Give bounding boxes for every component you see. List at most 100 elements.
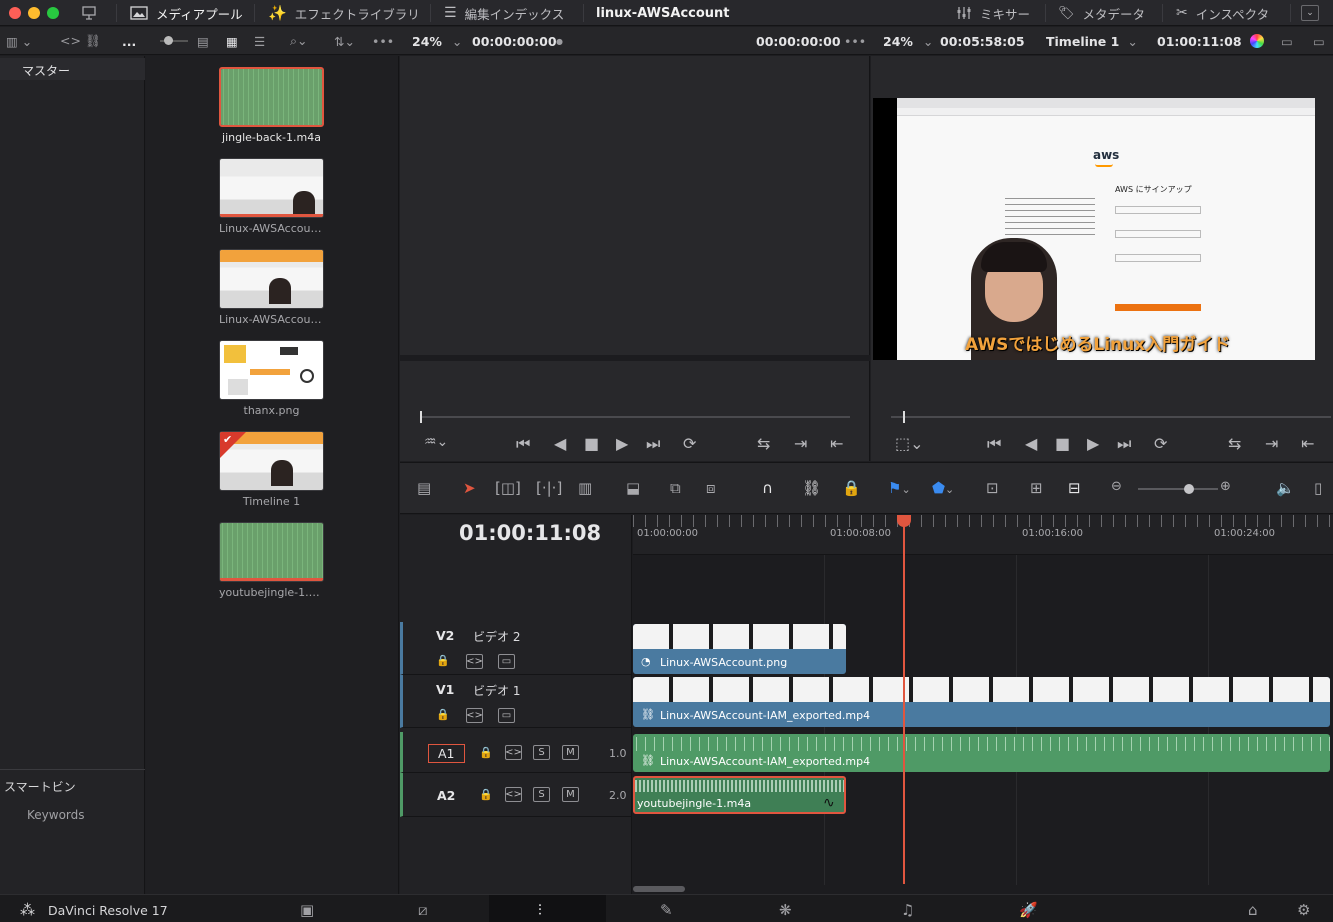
go-to-end-icon[interactable]: ⏭ [1117, 434, 1131, 454]
stop-icon[interactable]: ■ [1055, 434, 1070, 453]
overwrite-clip-icon[interactable]: ⧉ [670, 479, 681, 497]
home-icon[interactable]: ⌂ [1248, 901, 1258, 919]
zoom-in-icon[interactable]: ⊕ [1220, 479, 1231, 494]
track-enable-icon[interactable]: ▭ [498, 708, 515, 723]
mark-out-icon[interactable]: ⇤ [1301, 434, 1314, 453]
settings-gear-icon[interactable]: ⚙ [1297, 901, 1310, 919]
speaker-icon[interactable]: 🔈 [1276, 479, 1295, 497]
panel-toggle-icon[interactable]: ▥ ⌄ [6, 27, 32, 55]
thumbnail-size-slider[interactable] [160, 27, 188, 55]
fusion-page-icon[interactable]: ✎ [660, 901, 673, 919]
go-to-start-icon[interactable]: ⏮ [987, 434, 1001, 454]
step-back-icon[interactable]: ◀ [1025, 434, 1037, 453]
source-more-icon[interactable]: ••• [844, 27, 866, 55]
timeline-ruler[interactable]: 01:00:00:00 01:00:08:00 01:00:16:00 01:0… [633, 515, 1333, 555]
audio-waveform-icon[interactable]: ♒⌄ [424, 434, 448, 450]
cut-page-icon[interactable]: ⧄ [418, 901, 428, 919]
selection-tool-icon[interactable]: ➤ [463, 479, 476, 497]
timeline-viewer-playhead[interactable] [903, 411, 905, 423]
dynamic-trim-icon[interactable]: [·|·] [536, 479, 562, 497]
collapse-panel-button[interactable]: ⌄ [1300, 0, 1320, 26]
timeline-clip-a2[interactable]: youtubejingle-1.m4a ∿ [633, 776, 846, 814]
insert-clip-icon[interactable]: ⬓ [626, 479, 640, 497]
timeline-view-options-icon[interactable]: ▤ [417, 479, 431, 497]
track-title[interactable]: ビデオ 2 [473, 628, 520, 645]
master-bin[interactable]: マスター [0, 58, 145, 80]
mark-in-icon[interactable]: ⇥ [794, 434, 807, 453]
timeline-scrollbar[interactable] [633, 886, 685, 892]
transform-icon[interactable]: ⬚⌄ [895, 434, 924, 453]
more-options-icon[interactable]: ••• [372, 27, 394, 55]
auto-select-icon[interactable]: <> [505, 787, 522, 802]
timeline-playhead[interactable] [903, 515, 905, 884]
deliver-page-icon[interactable]: 🚀 [1019, 901, 1038, 919]
sort-icon[interactable]: ⇅⌄ [334, 27, 355, 55]
search-icon[interactable]: ⌕⌄ [290, 27, 307, 55]
keywords-bin[interactable]: Keywords [27, 808, 85, 822]
timeline-clip-a1[interactable]: ⛓ Linux-AWSAccount-IAM_exported.mp4 [633, 734, 1330, 772]
lock-icon[interactable]: 🔒 [479, 788, 493, 801]
lock-icon[interactable]: 🔒 [436, 708, 450, 721]
media-clip-thanx[interactable]: thanx.png [219, 340, 324, 417]
path-dots[interactable]: ... [122, 27, 136, 55]
go-to-end-icon[interactable]: ⏭ [646, 434, 660, 454]
play-icon[interactable]: ▶ [1087, 434, 1099, 453]
metadata-tab[interactable]: 🏷 メタデータ [1058, 0, 1145, 26]
audio-meter-icon[interactable]: ▯ [1314, 479, 1322, 497]
workspace-icon[interactable] [80, 0, 98, 26]
mark-in-icon[interactable]: ⇥ [1265, 434, 1278, 453]
go-to-start-icon[interactable]: ⏮ [516, 434, 530, 454]
zoom-full-icon[interactable]: ⊡ [986, 479, 999, 497]
snapping-icon[interactable]: ∩ [762, 479, 773, 497]
media-pool-tab[interactable]: メディアプール [130, 0, 243, 26]
flag-icon[interactable]: ⚑⌄ [888, 479, 911, 497]
stop-icon[interactable]: ■ [584, 434, 599, 453]
mixer-tab[interactable]: ミキサー [956, 0, 1030, 26]
position-lock-icon[interactable]: 🔒 [842, 479, 861, 497]
lock-icon[interactable]: 🔒 [479, 746, 493, 759]
zoom-slider-handle[interactable] [1184, 484, 1194, 494]
media-clip-linux-awsaccount-2[interactable]: Linux-AWSAccoun... [219, 249, 324, 326]
match-frame-icon[interactable]: ⇆ [1228, 434, 1241, 453]
trim-tool-icon[interactable]: [◫] [495, 479, 521, 497]
timeline-scrubber[interactable] [891, 411, 1331, 423]
zoom-custom-icon[interactable]: ⊟ [1068, 479, 1081, 497]
loop-icon[interactable]: ⟳ [683, 434, 696, 453]
mute-button[interactable]: M [562, 787, 579, 802]
effects-library-tab[interactable]: ✨ エフェクトライブラリ [268, 0, 420, 26]
linked-selection-icon[interactable]: ⛓ [802, 479, 821, 497]
play-icon[interactable]: ▶ [616, 434, 628, 453]
media-clip-linux-awsaccount-1[interactable]: Linux-AWSAccoun... [219, 158, 324, 235]
timeline-clip-v2[interactable]: ◔ Linux-AWSAccount.png [633, 624, 846, 674]
loop-icon[interactable]: ⟳ [1154, 434, 1167, 453]
auto-select-icon[interactable]: <> [466, 708, 483, 723]
solo-button[interactable]: S [533, 787, 550, 802]
timeline-selector[interactable]: Timeline 1 ⌄ [1046, 27, 1138, 55]
match-frame-icon[interactable]: ⇆ [757, 434, 770, 453]
color-page-icon[interactable]: ❋ [779, 901, 792, 919]
source-zoom[interactable]: 24% ⌄ [412, 27, 462, 55]
code-view-icon[interactable]: <> ⛓ [60, 27, 101, 55]
viewer-mode-icon[interactable]: ▭ [1281, 27, 1293, 55]
media-clip-timeline-1[interactable]: ✔ Timeline 1 [219, 431, 324, 508]
auto-select-icon[interactable]: <> [466, 654, 483, 669]
inspector-tab[interactable]: ✂ インスペクタ [1176, 0, 1269, 26]
mute-button[interactable]: M [562, 745, 579, 760]
source-playhead[interactable] [420, 411, 422, 423]
media-page-icon[interactable]: ▣ [300, 901, 314, 919]
step-back-icon[interactable]: ◀ [554, 434, 566, 453]
minimize-window-button[interactable] [28, 7, 40, 19]
edit-page-tab[interactable]: ⫶ [489, 895, 606, 922]
media-clip-youtubejingle[interactable]: youtubejingle-1.m... [219, 522, 324, 599]
edit-index-tab[interactable]: ☰ 編集インデックス [444, 0, 564, 26]
timeline-clip-v1[interactable]: ⛓ Linux-AWSAccount-IAM_exported.mp4 [633, 677, 1330, 727]
color-wheel-icon[interactable] [1250, 27, 1264, 55]
track-id[interactable]: A1 [428, 744, 465, 763]
blade-tool-icon[interactable]: ▥ [578, 479, 592, 497]
source-scrubber[interactable] [420, 411, 850, 423]
grid-view-icon[interactable]: ▦ [226, 27, 238, 55]
zoom-out-icon[interactable]: ⊖ [1111, 479, 1122, 494]
track-title[interactable]: ビデオ 1 [473, 682, 520, 699]
zoom-detail-icon[interactable]: ⊞ [1030, 479, 1043, 497]
zoom-window-button[interactable] [47, 7, 59, 19]
